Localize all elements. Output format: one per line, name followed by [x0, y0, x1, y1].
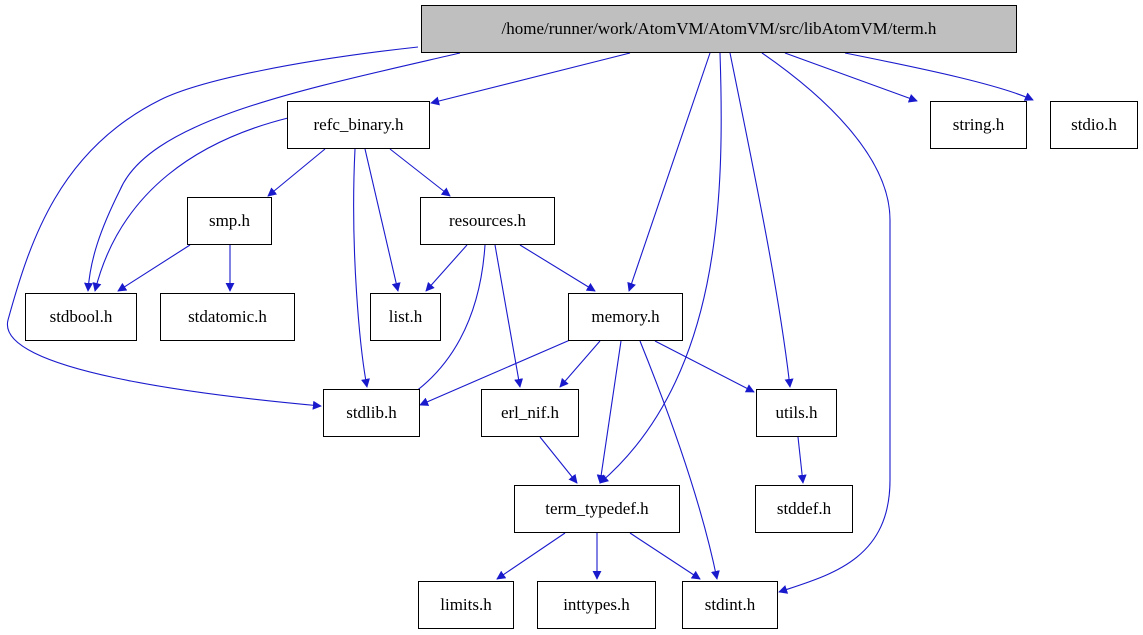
node-label: resources.h [449, 211, 526, 230]
node-label: limits.h [440, 595, 492, 614]
edge-resources-to-erl-nif [494, 244, 524, 388]
node-stddef[interactable]: stddef.h [755, 485, 853, 533]
node-term[interactable]: /home/runner/work/AtomVM/AtomVM/src/libA… [421, 5, 1017, 53]
edge-memory-to-stdint [639, 340, 720, 580]
node-list[interactable]: list.h [370, 293, 441, 341]
node-memory[interactable]: memory.h [568, 293, 683, 341]
node-label: utils.h [775, 403, 818, 422]
node-term-typedef[interactable]: term_typedef.h [514, 485, 680, 533]
node-stdio[interactable]: stdio.h [1050, 101, 1138, 149]
node-label: erl_nif.h [500, 403, 560, 422]
edge-smp-to-stdbool [117, 244, 191, 292]
node-string[interactable]: string.h [930, 101, 1027, 149]
node-label: inttypes.h [563, 595, 630, 614]
edge-refc-binary-to-list [364, 148, 401, 292]
node-label: memory.h [591, 307, 660, 326]
node-label: stdlib.h [346, 403, 397, 422]
edge-utils-to-stddef [797, 436, 807, 484]
node-label: stdio.h [1071, 115, 1117, 134]
node-label: /home/runner/work/AtomVM/AtomVM/src/libA… [501, 19, 937, 38]
node-utils[interactable]: utils.h [756, 389, 837, 437]
node-inttypes[interactable]: inttypes.h [537, 581, 656, 629]
edge-term-to-term-typedef [599, 52, 722, 484]
node-stdlib[interactable]: stdlib.h [323, 389, 420, 437]
node-label: stdatomic.h [188, 307, 267, 326]
node-label: term_typedef.h [545, 499, 649, 518]
edge-refc-binary-to-stdlib [353, 148, 370, 388]
edge-resources-to-list [425, 244, 468, 292]
edge-term-typedef-to-stdint [629, 532, 701, 580]
node-resources[interactable]: resources.h [420, 197, 555, 245]
edge-erl-nif-to-term-typedef [539, 436, 578, 484]
edge-term-to-refc-binary [430, 52, 631, 106]
edge-memory-to-utils [654, 340, 755, 393]
edge-memory-to-erl-nif [559, 340, 601, 388]
node-label: smp.h [208, 211, 251, 230]
node-label: stdbool.h [49, 307, 113, 326]
node-label: refc_binary.h [313, 115, 404, 134]
node-smp[interactable]: smp.h [187, 197, 272, 245]
edge-term-to-stdio [844, 52, 1034, 101]
edge-refc-binary-to-smp [267, 148, 326, 197]
node-stdint[interactable]: stdint.h [682, 581, 778, 629]
node-limits[interactable]: limits.h [418, 581, 514, 629]
edge-term-to-stdbool [84, 52, 461, 292]
node-label: string.h [952, 115, 1005, 134]
edge-term-to-utils [729, 52, 794, 388]
node-erl-nif[interactable]: erl_nif.h [481, 389, 579, 437]
node-stdbool[interactable]: stdbool.h [25, 293, 137, 341]
node-refc-binary[interactable]: refc_binary.h [287, 101, 430, 149]
edge-refc-binary-to-resources [389, 148, 451, 197]
edge-term-to-string [784, 52, 918, 103]
edge-memory-to-term-typedef [596, 340, 622, 484]
node-label: stddef.h [776, 499, 832, 518]
node-stdatomic[interactable]: stdatomic.h [160, 293, 295, 341]
node-label: stdint.h [704, 595, 756, 614]
edge-term-to-memory [627, 52, 711, 292]
edge-resources-to-memory [519, 244, 596, 292]
node-label: list.h [388, 307, 423, 326]
edge-term-typedef-to-limits [496, 532, 566, 580]
